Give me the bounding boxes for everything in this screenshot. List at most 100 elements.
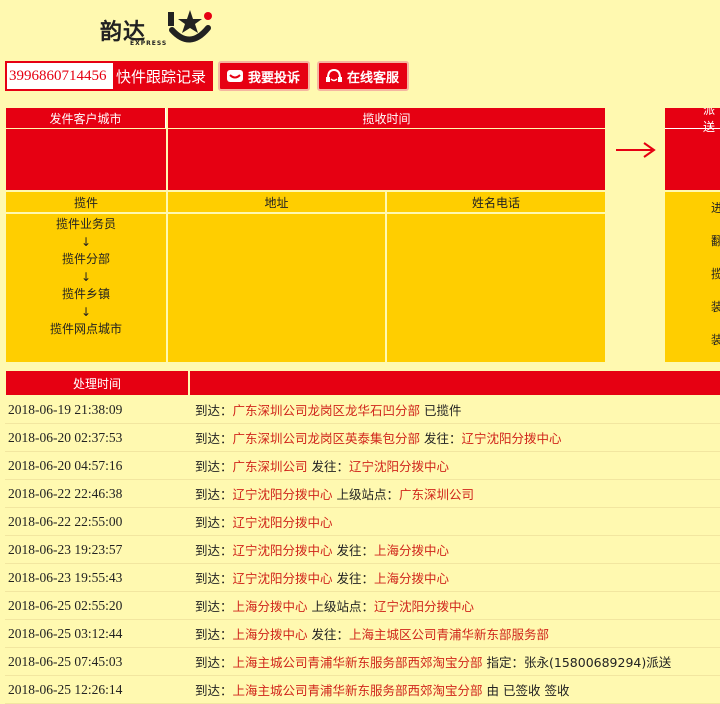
location-link[interactable]: 辽宁沈阳分拨中心 xyxy=(233,515,333,530)
step-branch: 揽件分部 xyxy=(61,252,110,266)
headset-icon xyxy=(326,69,342,82)
log-text: 到达： xyxy=(195,683,233,698)
log-text: 发往： xyxy=(307,627,350,642)
tracking-number-field[interactable]: 3996860714456 xyxy=(7,63,113,89)
location-link[interactable]: 辽宁沈阳分拨中心 xyxy=(462,431,562,446)
right-cut-item: 翻 xyxy=(711,234,720,248)
right-cut-item: 进 xyxy=(711,201,720,215)
step-arrow: ↓ xyxy=(80,269,92,284)
right-cut-panel-top: 派送 xyxy=(665,108,720,190)
log-detail: 到达：上海主城公司青浦华新东服务部西郊淘宝分部 由 已签收 签收 xyxy=(191,680,569,699)
log-time: 2018-06-25 03:12:44 xyxy=(8,625,123,641)
log-text: 发往： xyxy=(307,459,350,474)
location-link[interactable]: 上海分拨中心 xyxy=(374,543,449,558)
log-detail: 到达：广东深圳公司龙岗区龙华石凹分部 已揽件 xyxy=(191,400,462,419)
log-text: 已揽件 xyxy=(420,403,462,418)
location-link[interactable]: 上海分拨中心 xyxy=(233,599,308,614)
log-detail: 到达：广东深圳公司龙岗区英泰集包分部 发往：辽宁沈阳分拨中心 xyxy=(191,428,562,447)
log-detail: 到达：上海分拨中心 上级站点：辽宁沈阳分拨中心 xyxy=(191,596,474,615)
log-text: 到达： xyxy=(195,571,233,586)
log-time: 2018-06-25 12:26:14 xyxy=(8,681,123,697)
log-time: 2018-06-22 22:46:38 xyxy=(8,485,123,501)
location-link[interactable]: 辽宁沈阳分拨中心 xyxy=(374,599,474,614)
header-sender-city: 发件客户城市 xyxy=(6,108,166,128)
pickup-steps: 揽件业务员 ↓ 揽件分部 ↓ 揽件乡镇 ↓ 揽件网点城市 xyxy=(6,214,166,362)
log-text: 指定：张永(15800689294)派送 xyxy=(482,655,672,670)
log-row: 2018-06-20 04:57:16 到达：广东深圳公司 发往：辽宁沈阳分拨中心 xyxy=(5,452,720,480)
log-time: 2018-06-25 07:45:03 xyxy=(8,653,123,669)
header-pickup: 揽件 xyxy=(6,192,166,212)
right-cut-item: 揽 xyxy=(711,267,720,281)
log-text: 到达： xyxy=(195,403,233,418)
location-link[interactable]: 辽宁沈阳分拨中心 xyxy=(233,571,333,586)
header-delivery: 派送 xyxy=(665,108,720,134)
header-name-phone: 姓名电话 xyxy=(387,192,605,212)
log-detail: 到达：辽宁沈阳分拨中心 发往：上海分拨中心 xyxy=(191,568,449,587)
right-cut-item: 装 xyxy=(711,333,720,347)
tracking-box: 3996860714456 快件跟踪记录 xyxy=(5,61,213,91)
log-time: 2018-06-25 02:55:20 xyxy=(8,597,123,613)
log-text: 发往： xyxy=(420,431,462,446)
arrow-right-icon xyxy=(616,142,656,158)
log-row: 2018-06-25 02:55:20 到达：上海分拨中心 上级站点：辽宁沈阳分拨… xyxy=(5,592,720,620)
location-link[interactable]: 广东深圳公司 xyxy=(399,487,474,502)
right-cut-items: 进 翻 揽 装 装 出 xyxy=(665,192,720,362)
header-address: 地址 xyxy=(168,192,385,212)
log-row: 2018-06-19 21:38:09 到达：广东深圳公司龙岗区龙华石凹分部 已揽… xyxy=(5,396,720,424)
log-text: 发往： xyxy=(332,571,375,586)
log-row: 2018-06-25 12:26:14 到达：上海主城公司青浦华新东服务部西郊淘宝… xyxy=(5,676,720,704)
log-text: 上级站点： xyxy=(307,599,375,614)
log-text: 到达： xyxy=(195,543,233,558)
location-link[interactable]: 广东深圳公司龙岗区龙华石凹分部 xyxy=(233,403,421,418)
log-row: 2018-06-23 19:55:43 到达：辽宁沈阳分拨中心 发往：上海分拨中心 xyxy=(5,564,720,592)
log-text: 由 已签收 签收 xyxy=(482,683,570,698)
location-link[interactable]: 辽宁沈阳分拨中心 xyxy=(233,487,333,502)
location-link[interactable]: 广东深圳公司 xyxy=(233,459,308,474)
pickup-time-value xyxy=(168,129,605,190)
header-process-detail xyxy=(190,371,720,395)
log-text: 到达： xyxy=(195,627,233,642)
location-link[interactable]: 上海主城公司青浦华新东服务部西郊淘宝分部 xyxy=(233,683,483,698)
log-text: 到达： xyxy=(195,431,233,446)
complain-button[interactable]: 我要投诉 xyxy=(218,61,310,91)
log-text: 发往： xyxy=(332,543,375,558)
right-cut-item: 出 xyxy=(711,357,720,362)
location-link[interactable]: 广东深圳公司龙岗区英泰集包分部 xyxy=(233,431,421,446)
location-link[interactable]: 辽宁沈阳分拨中心 xyxy=(233,543,333,558)
header-process-time: 处理时间 xyxy=(6,371,188,395)
location-link[interactable]: 上海主城公司青浦华新东服务部西郊淘宝分部 xyxy=(233,655,483,670)
step-arrow: ↓ xyxy=(80,304,92,319)
step-courier: 揽件业务员 xyxy=(55,217,116,231)
log-text: 到达： xyxy=(195,487,233,502)
log-time: 2018-06-19 21:38:09 xyxy=(8,401,123,417)
log-detail: 到达：辽宁沈阳分拨中心 上级站点：广东深圳公司 xyxy=(191,484,474,503)
sender-city-value xyxy=(6,129,166,190)
log-text: 到达： xyxy=(195,655,233,670)
complain-button-label: 我要投诉 xyxy=(248,70,301,86)
smile-icon xyxy=(227,70,243,82)
location-link[interactable]: 上海分拨中心 xyxy=(233,627,308,642)
log-text: 上级站点： xyxy=(332,487,400,502)
yunda-logo: 韵达 EXPRESS xyxy=(100,6,220,48)
log-time: 2018-06-23 19:23:57 xyxy=(8,541,123,557)
log-row: 2018-06-22 22:55:00 到达：辽宁沈阳分拨中心 xyxy=(5,508,720,536)
log-row: 2018-06-22 22:46:38 到达：辽宁沈阳分拨中心 上级站点：广东深圳… xyxy=(5,480,720,508)
right-cut-item: 装 xyxy=(711,300,720,314)
step-township: 揽件乡镇 xyxy=(61,287,110,301)
header-pickup-time: 揽收时间 xyxy=(168,108,605,128)
log-text: 到达： xyxy=(195,515,233,530)
smile-star-icon xyxy=(168,10,212,43)
location-link[interactable]: 上海分拨中心 xyxy=(374,571,449,586)
log-detail: 到达：广东深圳公司 发往：辽宁沈阳分拨中心 xyxy=(191,456,449,475)
online-service-button[interactable]: 在线客服 xyxy=(317,61,409,91)
log-time: 2018-06-23 19:55:43 xyxy=(8,569,123,585)
log-detail: 到达：上海主城公司青浦华新东服务部西郊淘宝分部 指定：张永(1580068929… xyxy=(191,652,671,671)
tracking-title: 快件跟踪记录 xyxy=(116,67,207,86)
location-link[interactable]: 上海主城区公司青浦华新东部服务部 xyxy=(349,627,549,642)
log-text: 到达： xyxy=(195,599,233,614)
right-cut-panel-bottom: 进 翻 揽 装 装 出 xyxy=(665,192,720,362)
log-time: 2018-06-20 04:57:16 xyxy=(8,457,123,473)
location-link[interactable]: 辽宁沈阳分拨中心 xyxy=(349,459,449,474)
log-row: 2018-06-25 03:12:44 到达：上海分拨中心 发往：上海主城区公司青… xyxy=(5,620,720,648)
log-detail: 到达：上海分拨中心 发往：上海主城区公司青浦华新东部服务部 xyxy=(191,624,549,643)
